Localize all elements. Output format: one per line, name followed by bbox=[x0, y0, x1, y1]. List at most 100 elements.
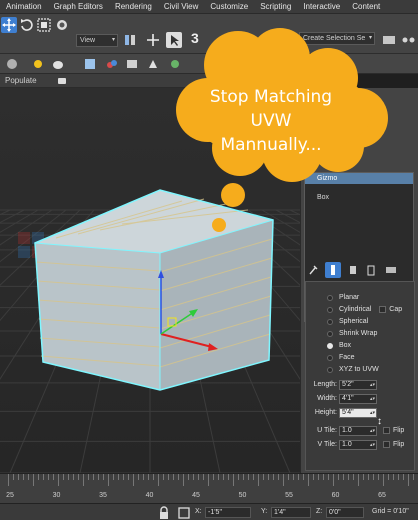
width-spinner[interactable]: 4'1" ▴▾ bbox=[339, 393, 377, 404]
timeline-tick bbox=[133, 474, 134, 486]
radio-box[interactable] bbox=[327, 342, 333, 349]
z-coordinate-field[interactable]: 0'0" bbox=[326, 507, 364, 518]
height-label: Height: bbox=[314, 409, 337, 416]
snap-toggle-label[interactable]: 3 bbox=[191, 30, 199, 46]
height-spinner[interactable]: 5'4" ▴▾ bbox=[339, 407, 377, 418]
radio-planar[interactable] bbox=[327, 294, 333, 301]
menu-customize[interactable]: Customize bbox=[204, 2, 254, 11]
populate-tab[interactable]: Populate bbox=[5, 76, 37, 85]
timeline-tick bbox=[83, 474, 84, 486]
radio-shrink-wrap[interactable] bbox=[327, 330, 333, 337]
radio-xyz-to-uvw[interactable] bbox=[327, 366, 333, 373]
menu-rendering[interactable]: Rendering bbox=[109, 2, 158, 11]
radio-spherical[interactable] bbox=[327, 318, 333, 325]
timeline-track[interactable]: 25 30 35 40 45 50 55 60 65 bbox=[0, 473, 418, 503]
v-flip-checkbox[interactable] bbox=[383, 441, 390, 448]
mapping-shrink-wrap[interactable]: Shrink Wrap bbox=[327, 328, 377, 339]
x-coordinate-value: -1'5" bbox=[208, 509, 222, 516]
timeline-tick bbox=[203, 474, 204, 480]
timeline-tick bbox=[43, 474, 44, 480]
menu-scripting[interactable]: Scripting bbox=[254, 2, 297, 11]
u-tile-spinner[interactable]: 1.0 ▴▾ bbox=[339, 425, 377, 436]
absolute-mode-icon[interactable] bbox=[176, 505, 190, 519]
viewport-options-icon[interactable] bbox=[54, 17, 70, 33]
y-coordinate-field[interactable]: 1'4" bbox=[271, 507, 311, 518]
u-flip-checkbox[interactable] bbox=[383, 427, 390, 434]
length-param: Length: 5'2" ▴▾ bbox=[311, 379, 377, 390]
show-end-result-icon[interactable] bbox=[325, 262, 341, 278]
menu-animation[interactable]: Animation bbox=[0, 2, 48, 11]
timeline-tick bbox=[153, 474, 154, 480]
mapping-planar[interactable]: Planar bbox=[327, 292, 359, 303]
timeline-tick bbox=[103, 474, 104, 480]
timeline-tick bbox=[223, 474, 224, 480]
pin-stack-icon[interactable] bbox=[305, 262, 321, 278]
render-frame-icon[interactable] bbox=[124, 56, 140, 72]
teapot-icon[interactable] bbox=[50, 56, 66, 72]
mapping-spherical[interactable]: Spherical bbox=[327, 316, 368, 327]
cap-checkbox[interactable] bbox=[379, 306, 387, 313]
timeline-tick bbox=[378, 474, 379, 480]
select-move-icon[interactable] bbox=[1, 17, 17, 33]
selection-lock-icon[interactable] bbox=[156, 505, 168, 519]
timeline-tick bbox=[273, 474, 274, 480]
undo-icon[interactable] bbox=[18, 17, 34, 33]
timeline-tick bbox=[98, 474, 99, 480]
scale-icon[interactable] bbox=[36, 17, 52, 33]
pivot-icon[interactable] bbox=[122, 32, 138, 48]
timeline-tick bbox=[388, 474, 389, 480]
configure-sets-icon[interactable] bbox=[383, 262, 399, 278]
selection-set-dropdown[interactable]: Create Selection Se ▾ bbox=[299, 32, 375, 45]
length-spinner[interactable]: 5'2" ▴▾ bbox=[339, 379, 377, 390]
timeline-tick-label: 50 bbox=[238, 492, 247, 499]
timeline-tick bbox=[333, 474, 334, 486]
make-unique-icon[interactable] bbox=[345, 262, 361, 278]
timeline-tick bbox=[218, 474, 219, 480]
mapping-xyz-to-uvw[interactable]: XYZ to UVW bbox=[327, 364, 379, 375]
x-coordinate-field[interactable]: -1'5" bbox=[205, 507, 251, 518]
render-iterative-icon[interactable] bbox=[167, 56, 183, 72]
timeline-tick bbox=[398, 474, 399, 480]
timeline-tick bbox=[38, 474, 39, 480]
menu-graph-editors[interactable]: Graph Editors bbox=[48, 2, 109, 11]
render-setup-icon[interactable] bbox=[82, 56, 98, 72]
menu-civil-view[interactable]: Civil View bbox=[158, 2, 205, 11]
box-mapping-label: Box bbox=[339, 342, 352, 349]
curve-editor-icon[interactable] bbox=[381, 32, 397, 48]
v-flip-label: Flip bbox=[393, 441, 405, 448]
selection-set-value: Create Selection Se bbox=[303, 35, 366, 42]
timeline-tick bbox=[18, 474, 19, 480]
v-tile-value: 1.0 bbox=[342, 440, 352, 448]
timeline-tick bbox=[263, 474, 264, 480]
sun-light-icon[interactable] bbox=[30, 56, 46, 72]
remove-modifier-icon[interactable] bbox=[363, 262, 379, 278]
timeline-tick bbox=[108, 474, 109, 486]
timeline-tick bbox=[283, 474, 284, 486]
menu-interactive[interactable]: Interactive bbox=[297, 2, 346, 11]
select-object-icon[interactable] bbox=[166, 32, 182, 48]
spherical-label: Spherical bbox=[339, 318, 369, 325]
mapping-face[interactable]: Face bbox=[327, 352, 355, 363]
reference-coordinate-dropdown[interactable]: View ▾ bbox=[76, 34, 118, 47]
sphere-icon[interactable] bbox=[4, 56, 20, 72]
timeline-tick bbox=[313, 474, 314, 480]
timeline-tick bbox=[248, 474, 249, 480]
render-production-icon[interactable] bbox=[145, 56, 161, 72]
cylindrical-label: Cylindrical bbox=[339, 306, 372, 313]
menu-content[interactable]: Content bbox=[346, 2, 386, 11]
radio-cylindrical[interactable] bbox=[327, 306, 333, 313]
timeline-tick bbox=[178, 474, 179, 480]
schematic-view-icon[interactable] bbox=[400, 32, 416, 48]
main-toolbar: View ▾ 3 Create Selection Se ▾ bbox=[0, 14, 418, 54]
radio-face[interactable] bbox=[327, 354, 333, 361]
modifier-stack-item-box[interactable]: Box bbox=[305, 192, 413, 203]
material-editor-icon[interactable] bbox=[104, 56, 120, 72]
timeline-tick bbox=[73, 474, 74, 480]
mapping-cylindrical[interactable]: Cylindrical Cap bbox=[327, 304, 402, 315]
v-tile-spinner[interactable]: 1.0 ▴▾ bbox=[339, 439, 377, 450]
ribbon-toggle-icon[interactable] bbox=[58, 78, 66, 84]
mapping-box[interactable]: Box bbox=[327, 340, 351, 351]
timeline-tick-label: 60 bbox=[331, 492, 340, 499]
modifier-stack-item-gizmo[interactable]: Gizmo bbox=[305, 173, 413, 184]
move-gizmo-icon[interactable] bbox=[145, 32, 161, 48]
